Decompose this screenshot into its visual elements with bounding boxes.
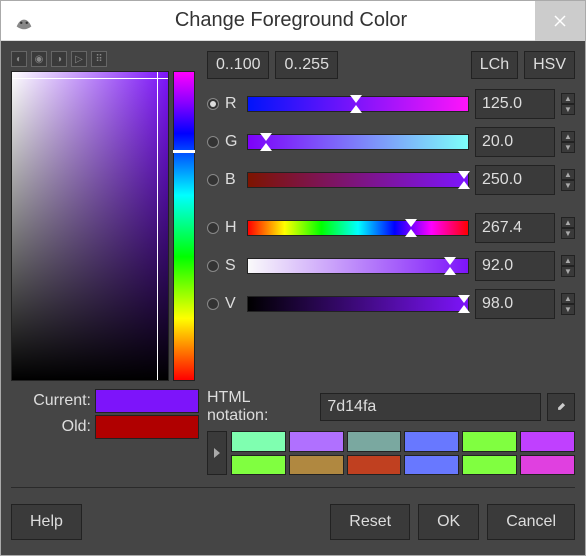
channel-value-r[interactable]: 125.0: [475, 89, 555, 119]
hue-marker: [173, 150, 195, 153]
current-color-swatch[interactable]: [95, 389, 199, 413]
channel-spin-down-v[interactable]: ▼: [561, 304, 575, 315]
eyedropper-icon: [554, 400, 568, 414]
dialog-body: ◐ ◉ ◑ ▷ ⠿ 0..100: [1, 41, 585, 555]
swatch-expand-button[interactable]: [207, 431, 227, 475]
channel-label-s: S: [225, 257, 241, 275]
channel-spin-down-s[interactable]: ▼: [561, 266, 575, 277]
color-dialog: Change Foreground Color ◐ ◉ ◑ ▷ ⠿: [0, 0, 586, 556]
channel-radio-r[interactable]: [207, 98, 219, 110]
chevron-right-icon: [213, 448, 221, 458]
close-button[interactable]: [535, 1, 585, 41]
window-title: Change Foreground Color: [47, 9, 535, 32]
picker-mode-gimp-icon[interactable]: ◐: [11, 51, 27, 67]
model-hsv-button[interactable]: HSV: [524, 51, 575, 79]
channel-spin-down-b[interactable]: ▼: [561, 180, 575, 191]
channel-radio-h[interactable]: [207, 222, 219, 234]
ok-button[interactable]: OK: [418, 504, 479, 540]
channel-label-b: B: [225, 171, 241, 189]
channel-spin-up-h[interactable]: ▲: [561, 217, 575, 228]
channel-radio-s[interactable]: [207, 260, 219, 272]
channel-slider-b[interactable]: [247, 172, 469, 188]
picker-mode-wheel-icon[interactable]: ◑: [51, 51, 67, 67]
channel-label-h: H: [225, 219, 241, 237]
channel-slider-g[interactable]: [247, 134, 469, 150]
app-icon: [9, 6, 39, 36]
channel-radio-g[interactable]: [207, 136, 219, 148]
channel-radio-v[interactable]: [207, 298, 219, 310]
range-0-100-button[interactable]: 0..100: [207, 51, 269, 79]
swatch-1[interactable]: [289, 431, 344, 452]
channel-value-b[interactable]: 250.0: [475, 165, 555, 195]
old-label: Old:: [11, 418, 91, 436]
picker-mode-triangle-icon[interactable]: ▷: [71, 51, 87, 67]
channel-slider-h[interactable]: [247, 220, 469, 236]
model-lch-button[interactable]: LCh: [471, 51, 518, 79]
channel-spin-up-r[interactable]: ▲: [561, 93, 575, 104]
picker-mode-palette-icon[interactable]: ⠿: [91, 51, 107, 67]
picker-mode-row: ◐ ◉ ◑ ▷ ⠿: [11, 51, 199, 69]
channel-value-h[interactable]: 267.4: [475, 213, 555, 243]
channel-spin-down-h[interactable]: ▼: [561, 228, 575, 239]
channel-spin-down-r[interactable]: ▼: [561, 104, 575, 115]
sv-crosshair-v: [157, 72, 158, 380]
swatch-8[interactable]: [347, 455, 402, 476]
swatch-2[interactable]: [347, 431, 402, 452]
swatch-10[interactable]: [462, 455, 517, 476]
channel-value-v[interactable]: 98.0: [475, 289, 555, 319]
channel-spin-up-v[interactable]: ▲: [561, 293, 575, 304]
channel-value-s[interactable]: 92.0: [475, 251, 555, 281]
hue-bar[interactable]: [173, 71, 195, 381]
channel-slider-s[interactable]: [247, 258, 469, 274]
sv-crosshair-h: [12, 78, 168, 79]
swatch-grid: [231, 431, 575, 475]
swatch-9[interactable]: [404, 455, 459, 476]
range-0-255-button[interactable]: 0..255: [275, 51, 337, 79]
channel-slider-r[interactable]: [247, 96, 469, 112]
channel-radio-b[interactable]: [207, 174, 219, 186]
reset-button[interactable]: Reset: [330, 504, 410, 540]
help-button[interactable]: Help: [11, 504, 82, 540]
saturation-value-field[interactable]: [11, 71, 169, 381]
channel-spin-up-b[interactable]: ▲: [561, 169, 575, 180]
swatch-11[interactable]: [520, 455, 575, 476]
swatch-6[interactable]: [231, 455, 286, 476]
channel-spin-up-g[interactable]: ▲: [561, 131, 575, 142]
channel-label-r: R: [225, 95, 241, 113]
swatch-5[interactable]: [520, 431, 575, 452]
picker-mode-watercolor-icon[interactable]: ◉: [31, 51, 47, 67]
html-notation-input[interactable]: [320, 393, 541, 421]
swatch-3[interactable]: [404, 431, 459, 452]
old-color-swatch[interactable]: [95, 415, 199, 439]
channel-label-v: V: [225, 295, 241, 313]
cancel-button[interactable]: Cancel: [487, 504, 575, 540]
channel-label-g: G: [225, 133, 241, 151]
html-notation-label: HTML notation:: [207, 389, 314, 425]
channel-spin-down-g[interactable]: ▼: [561, 142, 575, 153]
swatch-0[interactable]: [231, 431, 286, 452]
channel-value-g[interactable]: 20.0: [475, 127, 555, 157]
swatch-7[interactable]: [289, 455, 344, 476]
channel-slider-v[interactable]: [247, 296, 469, 312]
eyedropper-button[interactable]: [547, 393, 575, 421]
channel-spin-up-s[interactable]: ▲: [561, 255, 575, 266]
titlebar: Change Foreground Color: [1, 1, 585, 41]
swatch-4[interactable]: [462, 431, 517, 452]
current-label: Current:: [11, 392, 91, 410]
close-icon: [554, 15, 566, 27]
